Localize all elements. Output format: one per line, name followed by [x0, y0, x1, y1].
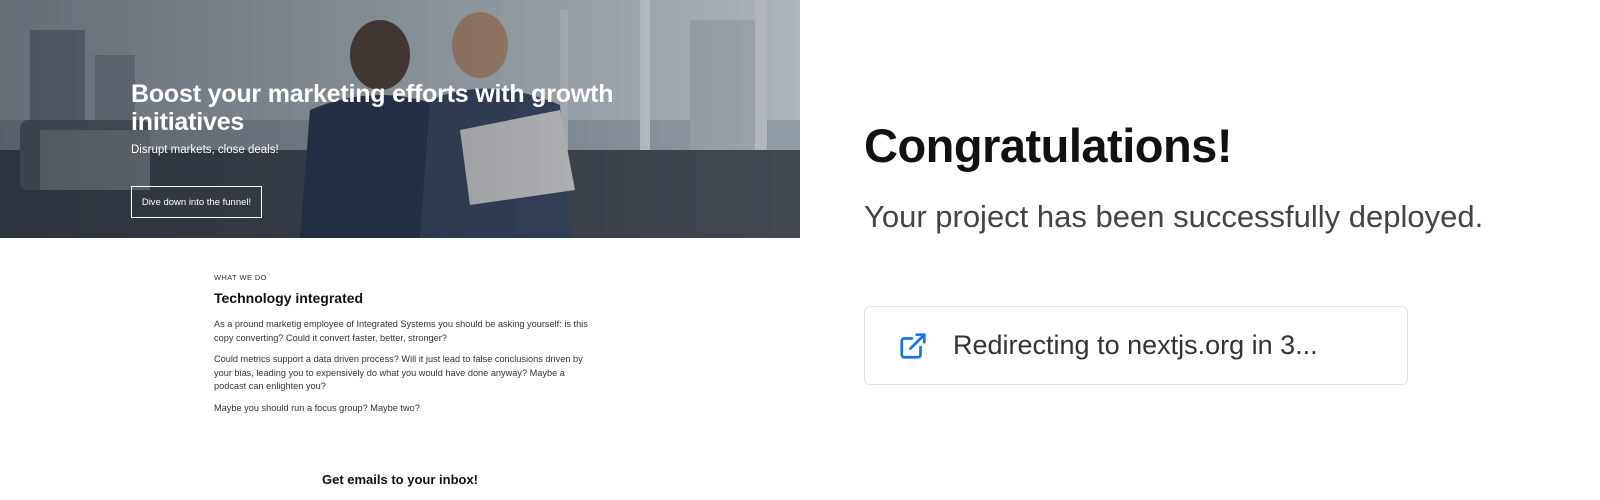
external-link-icon	[897, 330, 929, 362]
section-paragraph: As a pround marketig employee of Integra…	[214, 319, 588, 343]
section-eyebrow: WHAT WE DO	[214, 273, 267, 282]
newsletter-title: Get emails to your inbox!	[321, 472, 479, 487]
success-heading: Congratulations!	[864, 119, 1232, 172]
section-paragraph: Could metrics support a data driven proc…	[214, 354, 583, 391]
deploy-success-page: Boost your marketing efforts with growth…	[0, 0, 1600, 500]
hero-title: Boost your marketing efforts with growth…	[131, 80, 614, 136]
redirect-link[interactable]: Redirecting to nextjs.org in 3...	[864, 306, 1408, 385]
what-we-do-section: WHAT WE DO Technology integrated As a pr…	[214, 273, 594, 415]
section-paragraph: Maybe you should run a focus group? Mayb…	[214, 402, 420, 413]
success-panel: Congratulations! Your project has been s…	[864, 0, 1584, 500]
site-preview: Boost your marketing efforts with growth…	[0, 0, 800, 500]
redirect-text: Redirecting to nextjs.org in 3...	[953, 330, 1318, 360]
hero-banner: Boost your marketing efforts with growth…	[0, 0, 800, 238]
section-title: Technology integrated	[214, 290, 364, 306]
funnel-cta-button[interactable]: Dive down into the funnel!	[131, 186, 262, 218]
hero-subtitle: Disrupt markets, close deals!	[131, 144, 279, 156]
success-message: Your project has been successfully deplo…	[864, 199, 1484, 234]
